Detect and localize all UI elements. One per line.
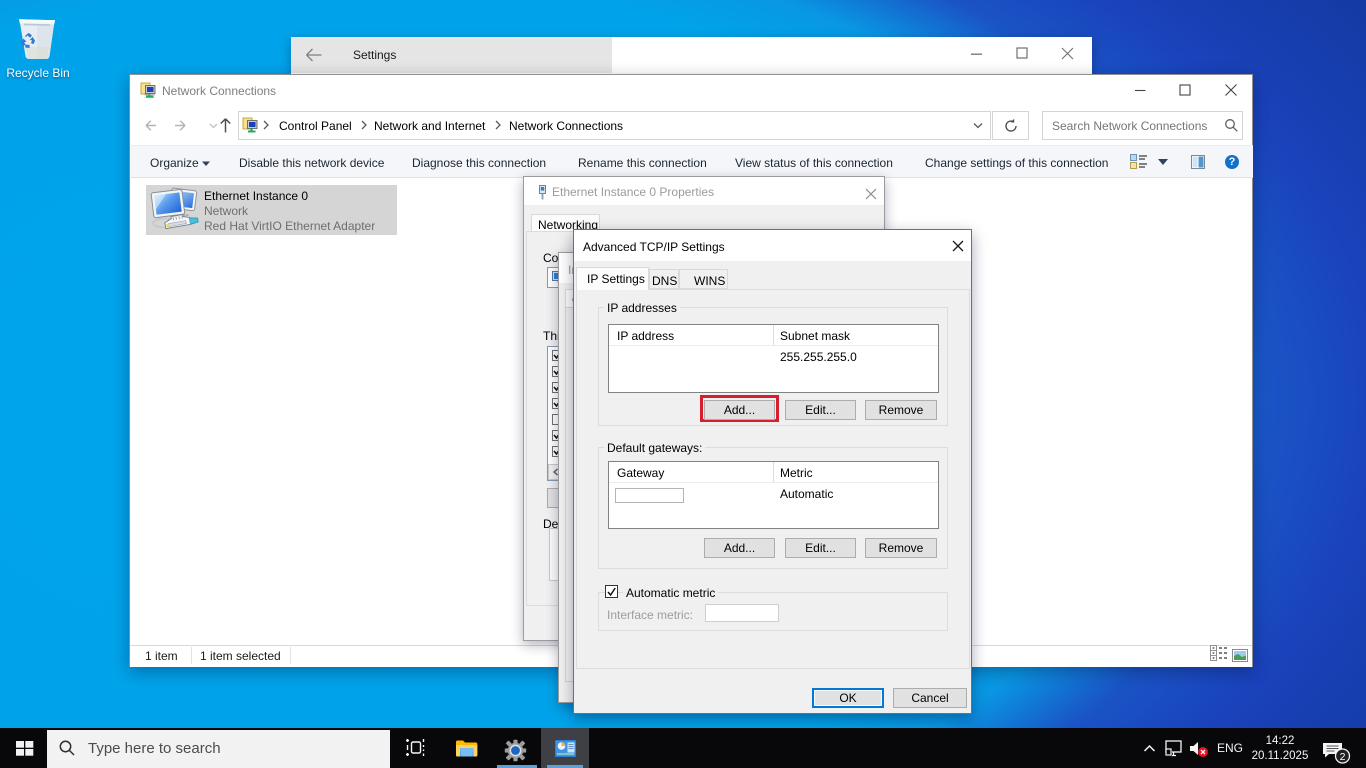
svg-text:2: 2 [1340, 751, 1346, 763]
